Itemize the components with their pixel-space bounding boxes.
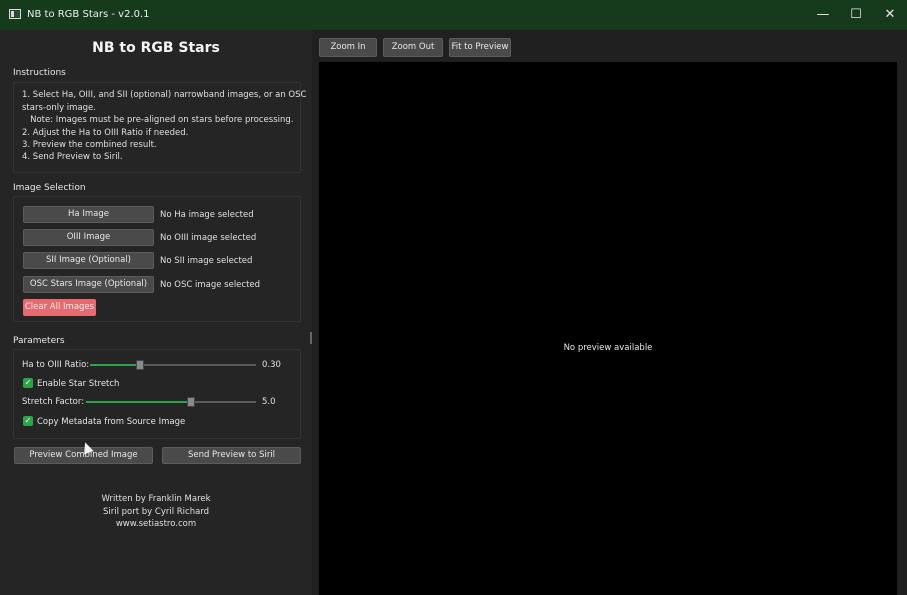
panel-splitter-handle[interactable] xyxy=(310,332,312,344)
clear-all-images-button[interactable]: Clear All Images xyxy=(23,299,96,316)
image-selection-label: Image Selection xyxy=(13,183,86,193)
maximize-icon[interactable]: ☐ xyxy=(845,6,867,24)
preview-area[interactable]: No preview available xyxy=(319,62,897,595)
osc-image-status: No OSC image selected xyxy=(160,280,261,290)
credit-author: Written by Franklin Marek xyxy=(101,494,211,504)
ha-image-button[interactable]: Ha Image xyxy=(23,206,154,223)
enable-star-stretch-checkbox[interactable]: ✓ xyxy=(23,378,33,388)
window-title: NB to RGB Stars - v2.0.1 xyxy=(27,9,150,20)
no-preview-message: No preview available xyxy=(563,343,653,353)
ratio-label: Ha to OIII Ratio: xyxy=(22,360,90,370)
instruction-line: 2. Adjust the Ha to OIII Ratio if needed… xyxy=(22,128,189,138)
enable-star-stretch-label[interactable]: Enable Star Stretch xyxy=(37,379,119,389)
stretch-factor-slider-fill xyxy=(86,401,191,403)
control-panel: NB to RGB Stars Instructions 1. Select H… xyxy=(0,30,312,595)
minimize-icon[interactable]: — xyxy=(812,6,834,24)
instruction-note: Note: Images must be pre-aligned on star… xyxy=(22,115,294,125)
parameters-label: Parameters xyxy=(13,336,65,346)
osc-stars-image-button[interactable]: OSC Stars Image (Optional) xyxy=(23,276,154,293)
send-preview-to-siril-button[interactable]: Send Preview to Siril xyxy=(162,447,301,464)
ha-image-status: No Ha image selected xyxy=(160,210,254,220)
copy-metadata-label[interactable]: Copy Metadata from Source Image xyxy=(37,417,185,427)
credit-port: Siril port by Cyril Richard xyxy=(102,507,210,517)
ratio-value: 0.30 xyxy=(262,360,281,370)
stretch-factor-label: Stretch Factor: xyxy=(22,397,85,407)
instructions-label: Instructions xyxy=(13,68,66,78)
instruction-line: 3. Preview the combined result. xyxy=(22,140,157,150)
ratio-slider-handle[interactable] xyxy=(136,360,144,370)
oiii-image-status: No OIII image selected xyxy=(160,233,257,243)
instruction-line: 4. Send Preview to Siril. xyxy=(22,152,123,162)
title-bar: NB to RGB Stars - v2.0.1 — ☐ ✕ xyxy=(0,0,907,30)
stretch-factor-slider-handle[interactable] xyxy=(187,397,195,407)
instruction-line: 1. Select Ha, OIII, and SII (optional) n… xyxy=(22,90,307,100)
oiii-image-button[interactable]: OIII Image xyxy=(23,229,154,246)
close-icon[interactable]: ✕ xyxy=(879,6,901,24)
zoom-out-button[interactable]: Zoom Out xyxy=(383,38,443,57)
credit-website[interactable]: www.setiastro.com xyxy=(0,519,312,529)
app-window-icon xyxy=(9,9,21,19)
zoom-in-button[interactable]: Zoom In xyxy=(319,38,377,57)
instruction-line: stars-only image. xyxy=(22,103,96,113)
sii-image-button[interactable]: SII Image (Optional) xyxy=(23,252,154,269)
app-heading: NB to RGB Stars xyxy=(92,40,220,56)
sii-image-status: No SII image selected xyxy=(160,256,253,266)
ratio-slider[interactable] xyxy=(90,360,256,370)
stretch-factor-slider[interactable] xyxy=(86,397,256,407)
fit-to-preview-button[interactable]: Fit to Preview xyxy=(449,38,511,57)
ratio-slider-fill xyxy=(90,364,140,366)
copy-metadata-checkbox[interactable]: ✓ xyxy=(23,416,33,426)
stretch-factor-value: 5.0 xyxy=(262,397,276,407)
